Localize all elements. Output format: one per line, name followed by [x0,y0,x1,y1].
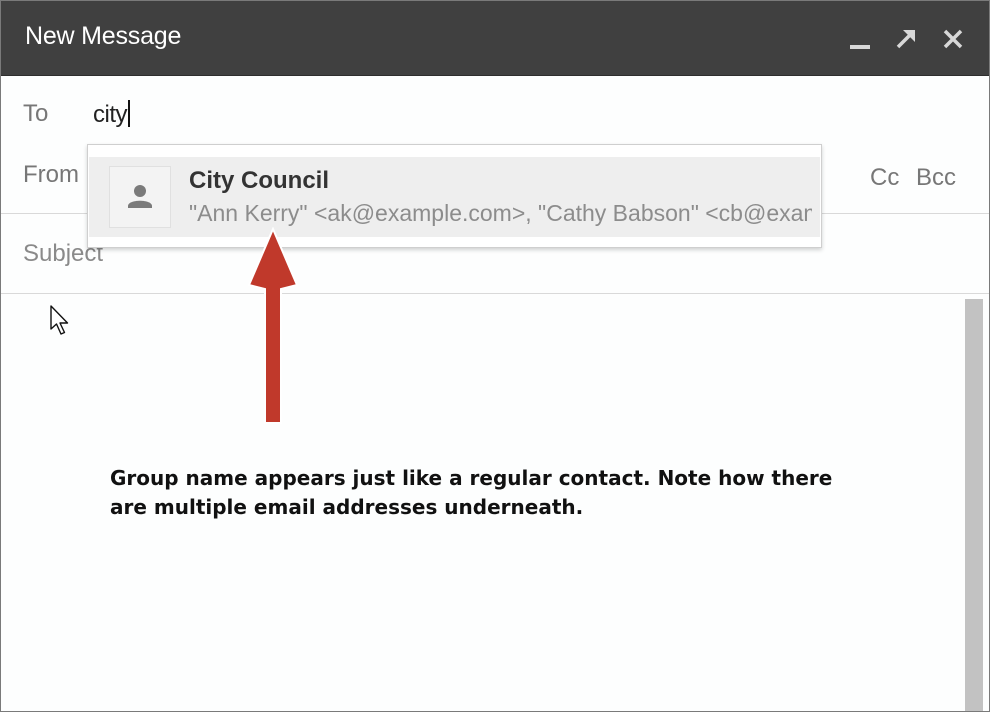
compose-window: New Message To city From Cc Bcc Subject [0,0,990,712]
to-field[interactable]: city [93,100,130,129]
to-label: To [23,100,49,127]
title-bar: New Message [1,1,989,76]
text-caret [128,100,130,127]
mouse-pointer-icon [50,305,72,342]
contact-emails: "Ann Kerry" <ak@example.com>, "Cathy Bab… [189,200,812,226]
divider [1,293,989,294]
scrollbar-thumb[interactable] [965,299,983,711]
autocomplete-dropdown: City Council "Ann Kerry" <ak@example.com… [87,144,822,248]
to-field-value: city [93,101,128,128]
close-icon[interactable] [940,26,966,52]
pop-out-icon[interactable] [893,26,919,52]
cc-button[interactable]: Cc [870,164,899,192]
from-label: From [23,161,79,188]
window-title: New Message [25,22,182,50]
minimize-icon[interactable] [847,26,873,52]
annotation-text: Group name appears just like a regular c… [110,466,833,519]
annotation-arrow [243,226,303,432]
autocomplete-suggestion[interactable]: City Council "Ann Kerry" <ak@example.com… [89,157,820,237]
person-icon [109,166,171,228]
contact-name: City Council [189,167,330,194]
bcc-button[interactable]: Bcc [916,164,956,192]
